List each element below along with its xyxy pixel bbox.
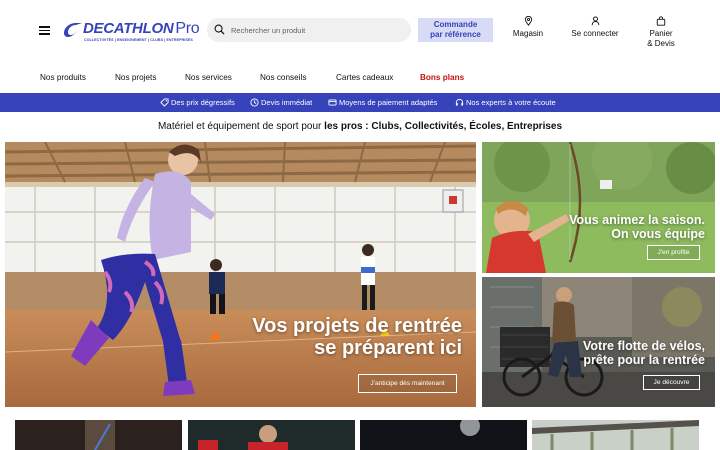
hero-season-title-line1: Vous animez la saison. (569, 213, 705, 227)
hero-back-to-school-title-line2: se préparent ici (314, 336, 462, 359)
category-thumbnail[interactable] (532, 420, 699, 450)
cart-bag-icon (656, 16, 666, 26)
clock-icon (250, 98, 259, 107)
headset-icon (455, 98, 464, 106)
brand-name: DECATHLON Pro (83, 20, 200, 37)
cart-label-line1: Panier (649, 29, 673, 38)
discover-button[interactable]: Je découvre (643, 375, 700, 390)
hero-back-to-school-image (5, 142, 476, 407)
category-thumbnails (0, 420, 720, 450)
price-tag-icon (160, 98, 169, 107)
order-by-reference-button[interactable]: Commande par référence (418, 18, 493, 42)
pro-headline-prefix: Matériel et équipement de sport pour (157, 121, 325, 132)
benefit-payment-methods[interactable]: Moyens de paiement adaptés (328, 98, 438, 107)
brand-logo-mark-icon (64, 23, 82, 37)
benefit-degressive-prices[interactable]: Des prix dégressifs (160, 98, 235, 107)
category-thumbnail[interactable] (360, 420, 527, 450)
location-pin-icon (524, 16, 532, 26)
category-thumbnail-image (188, 420, 355, 450)
nav-item-advice[interactable]: Nos conseils (260, 73, 306, 82)
cart-button[interactable]: Panier & Devis (644, 16, 678, 49)
login-button[interactable]: Se connecter (568, 16, 622, 39)
nav-item-services[interactable]: Nos services (185, 73, 232, 82)
pro-headline-bold: les pros : Clubs, Collectivités, Écoles,… (324, 121, 563, 132)
store-button[interactable]: Magasin (510, 16, 546, 39)
nav-item-gift-cards[interactable]: Cartes cadeaux (336, 73, 393, 82)
nav-item-projects[interactable]: Nos projets (115, 73, 156, 82)
search-input[interactable] (231, 18, 407, 42)
category-thumbnail-image (360, 420, 527, 450)
get-offer-button[interactable]: J'en profite (647, 245, 700, 260)
site-header: DECATHLON Pro COLLECTIVITÉS | ENSEIGNEMEN… (0, 0, 720, 62)
nav-item-deals[interactable]: Bons plans (420, 73, 464, 82)
brand-suffix: Pro (175, 20, 200, 37)
nav-item-products[interactable]: Nos produits (40, 73, 86, 82)
hero-bike-fleet-title: Votre flotte de vélos, prête pour la ren… (582, 339, 705, 367)
benefit-label: Nos experts à votre écoute (466, 98, 556, 107)
search-icon[interactable] (214, 24, 225, 35)
pro-headline: Matériel et équipement de sport pour les… (0, 121, 720, 132)
benefit-experts[interactable]: Nos experts à votre écoute (455, 98, 556, 107)
benefits-band: Des prix dégressifs Devis immédiat Moyen… (0, 93, 720, 112)
store-label: Magasin (512, 29, 544, 38)
benefit-label: Moyens de paiement adaptés (339, 98, 438, 107)
category-thumbnail[interactable] (15, 420, 182, 450)
order-button-line1: Commande (433, 20, 478, 29)
category-thumbnail-image (532, 420, 699, 450)
hero-back-to-school[interactable]: Vos projets de rentrée se préparent ici … (5, 142, 476, 407)
main-nav: Nos produits Nos projets Nos services No… (0, 62, 720, 93)
benefit-label: Devis immédiat (261, 98, 313, 107)
login-label: Se connecter (571, 29, 619, 38)
category-thumbnail-image (15, 420, 182, 450)
anticipate-button[interactable]: J'anticipe dès maintenant (358, 374, 457, 393)
hero-back-to-school-title: Vos projets de rentrée se préparent ici (252, 315, 462, 359)
hero-season-title: Vous animez la saison. On vous équipe (569, 213, 705, 241)
benefit-label: Des prix dégressifs (171, 98, 235, 107)
order-button-line2: par référence (430, 30, 481, 39)
user-icon (591, 16, 599, 26)
payment-card-icon (328, 99, 337, 106)
brand-logo[interactable]: DECATHLON Pro COLLECTIVITÉS | ENSEIGNEMEN… (63, 20, 200, 44)
hero-bike-fleet[interactable]: Votre flotte de vélos, prête pour la ren… (482, 277, 715, 407)
category-thumbnail[interactable] (188, 420, 355, 450)
benefit-instant-quote[interactable]: Devis immédiat (250, 98, 313, 107)
brand-tagline: COLLECTIVITÉS | ENSEIGNEMENT | CLUBS | E… (84, 38, 193, 42)
menu-icon[interactable] (39, 26, 50, 35)
hero-bike-fleet-title-line2: prête pour la rentrée (583, 352, 705, 367)
cart-label-line2: & Devis (647, 39, 675, 48)
hero-season[interactable]: Vous animez la saison. On vous équipe J'… (482, 142, 715, 273)
hero-season-title-line2: On vous équipe (611, 226, 705, 241)
search-bar (207, 18, 411, 42)
hero-bike-fleet-title-line1: Votre flotte de vélos, (582, 339, 705, 353)
hero-back-to-school-title-line1: Vos projets de rentrée (252, 315, 462, 337)
